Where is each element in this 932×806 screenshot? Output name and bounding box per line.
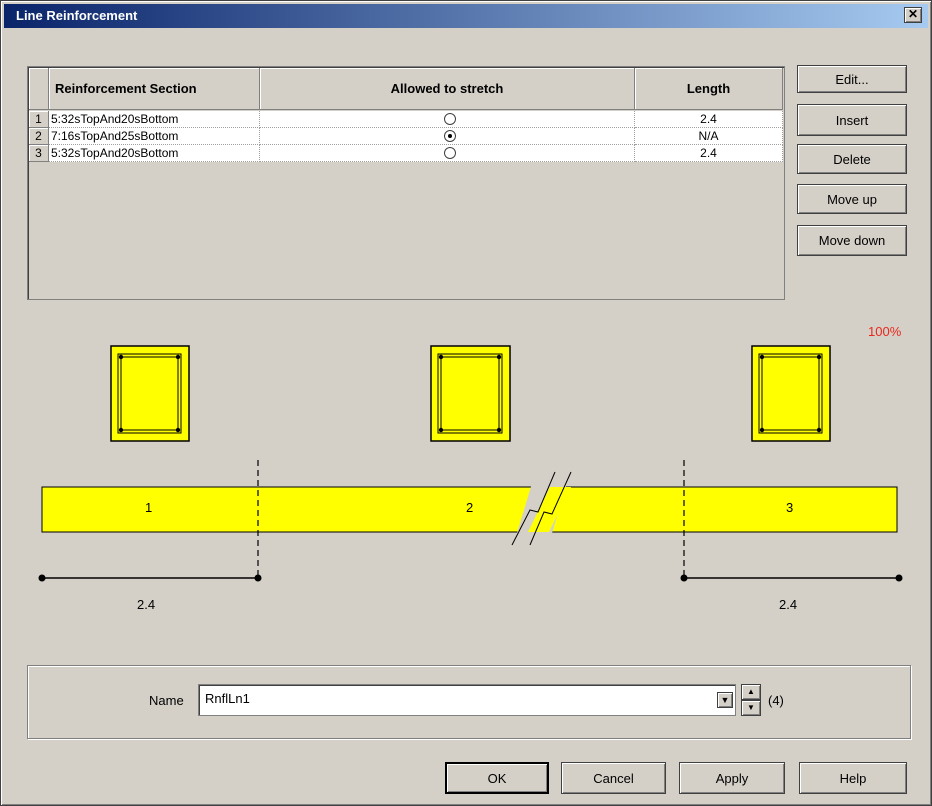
arrow-up-icon: ▲: [747, 687, 755, 696]
help-button[interactable]: Help: [799, 762, 907, 794]
insert-button[interactable]: Insert: [797, 104, 907, 136]
row-number[interactable]: 3: [29, 145, 49, 162]
edit-button[interactable]: Edit...: [797, 65, 907, 93]
stretch-cell[interactable]: [260, 111, 635, 128]
section-cell[interactable]: 7:16sTopAnd25sBottom: [49, 128, 260, 145]
arrow-down-icon: ▼: [747, 703, 755, 712]
row-number[interactable]: 2: [29, 128, 49, 145]
move-up-button[interactable]: Move up: [797, 184, 907, 214]
grid-corner: [29, 68, 49, 110]
spin-up-button[interactable]: ▲: [741, 684, 761, 700]
name-count: (4): [768, 693, 784, 708]
name-spinner[interactable]: ▲ ▼: [741, 684, 761, 716]
spin-down-button[interactable]: ▼: [741, 700, 761, 716]
segment-label: 2: [466, 500, 474, 515]
stretch-radio[interactable]: [444, 130, 456, 142]
delete-button[interactable]: Delete: [797, 144, 907, 174]
section-icon: [751, 345, 831, 442]
segment-label: 3: [786, 500, 794, 515]
name-label: Name: [149, 693, 184, 708]
name-combo[interactable]: RnflLn1 ▼: [198, 684, 736, 716]
section-cell[interactable]: 5:32sTopAnd20sBottom: [49, 111, 260, 128]
length-cell[interactable]: N/A: [635, 128, 783, 145]
section-icon: [110, 345, 190, 442]
table-row[interactable]: 3 5:32sTopAnd20sBottom 2.4: [29, 145, 783, 162]
header-length[interactable]: Length: [635, 68, 783, 110]
stretch-radio[interactable]: [444, 147, 456, 159]
grid-header: Reinforcement Section Allowed to stretch…: [29, 68, 783, 110]
length-cell[interactable]: 2.4: [635, 145, 783, 162]
header-allowed-to-stretch[interactable]: Allowed to stretch: [260, 68, 635, 110]
dimension-label: 2.4: [137, 597, 156, 612]
chevron-down-icon: ▼: [720, 695, 730, 705]
length-cell[interactable]: 2.4: [635, 111, 783, 128]
close-button[interactable]: ✕: [904, 7, 922, 23]
table-row[interactable]: 1 5:32sTopAnd20sBottom 2.4: [29, 111, 783, 128]
stretch-cell[interactable]: [260, 128, 635, 145]
dimension-line: [680, 574, 903, 582]
reinforcement-grid[interactable]: Reinforcement Section Allowed to stretch…: [27, 66, 785, 300]
ok-button[interactable]: OK: [445, 762, 549, 794]
dimension-label: 2.4: [779, 597, 798, 612]
stretch-cell[interactable]: [260, 145, 635, 162]
section-cell[interactable]: 5:32sTopAnd20sBottom: [49, 145, 260, 162]
cancel-button[interactable]: Cancel: [561, 762, 666, 794]
reinforcement-preview: [38, 345, 903, 582]
move-down-button[interactable]: Move down: [797, 225, 907, 256]
combo-dropdown-button[interactable]: ▼: [717, 692, 733, 708]
title-bar: Line Reinforcement ✕: [4, 4, 928, 28]
stretch-radio[interactable]: [444, 113, 456, 125]
header-reinforcement-section[interactable]: Reinforcement Section: [49, 68, 260, 110]
close-icon: ✕: [907, 7, 919, 21]
dimension-line: [38, 574, 262, 582]
name-value[interactable]: RnflLn1: [205, 691, 250, 706]
table-row[interactable]: 2 7:16sTopAnd25sBottom N/A: [29, 128, 783, 145]
apply-button[interactable]: Apply: [679, 762, 785, 794]
section-icon: [430, 345, 511, 442]
row-number[interactable]: 1: [29, 111, 49, 128]
segment-label: 1: [145, 500, 153, 515]
dialog-title: Line Reinforcement: [16, 8, 138, 23]
